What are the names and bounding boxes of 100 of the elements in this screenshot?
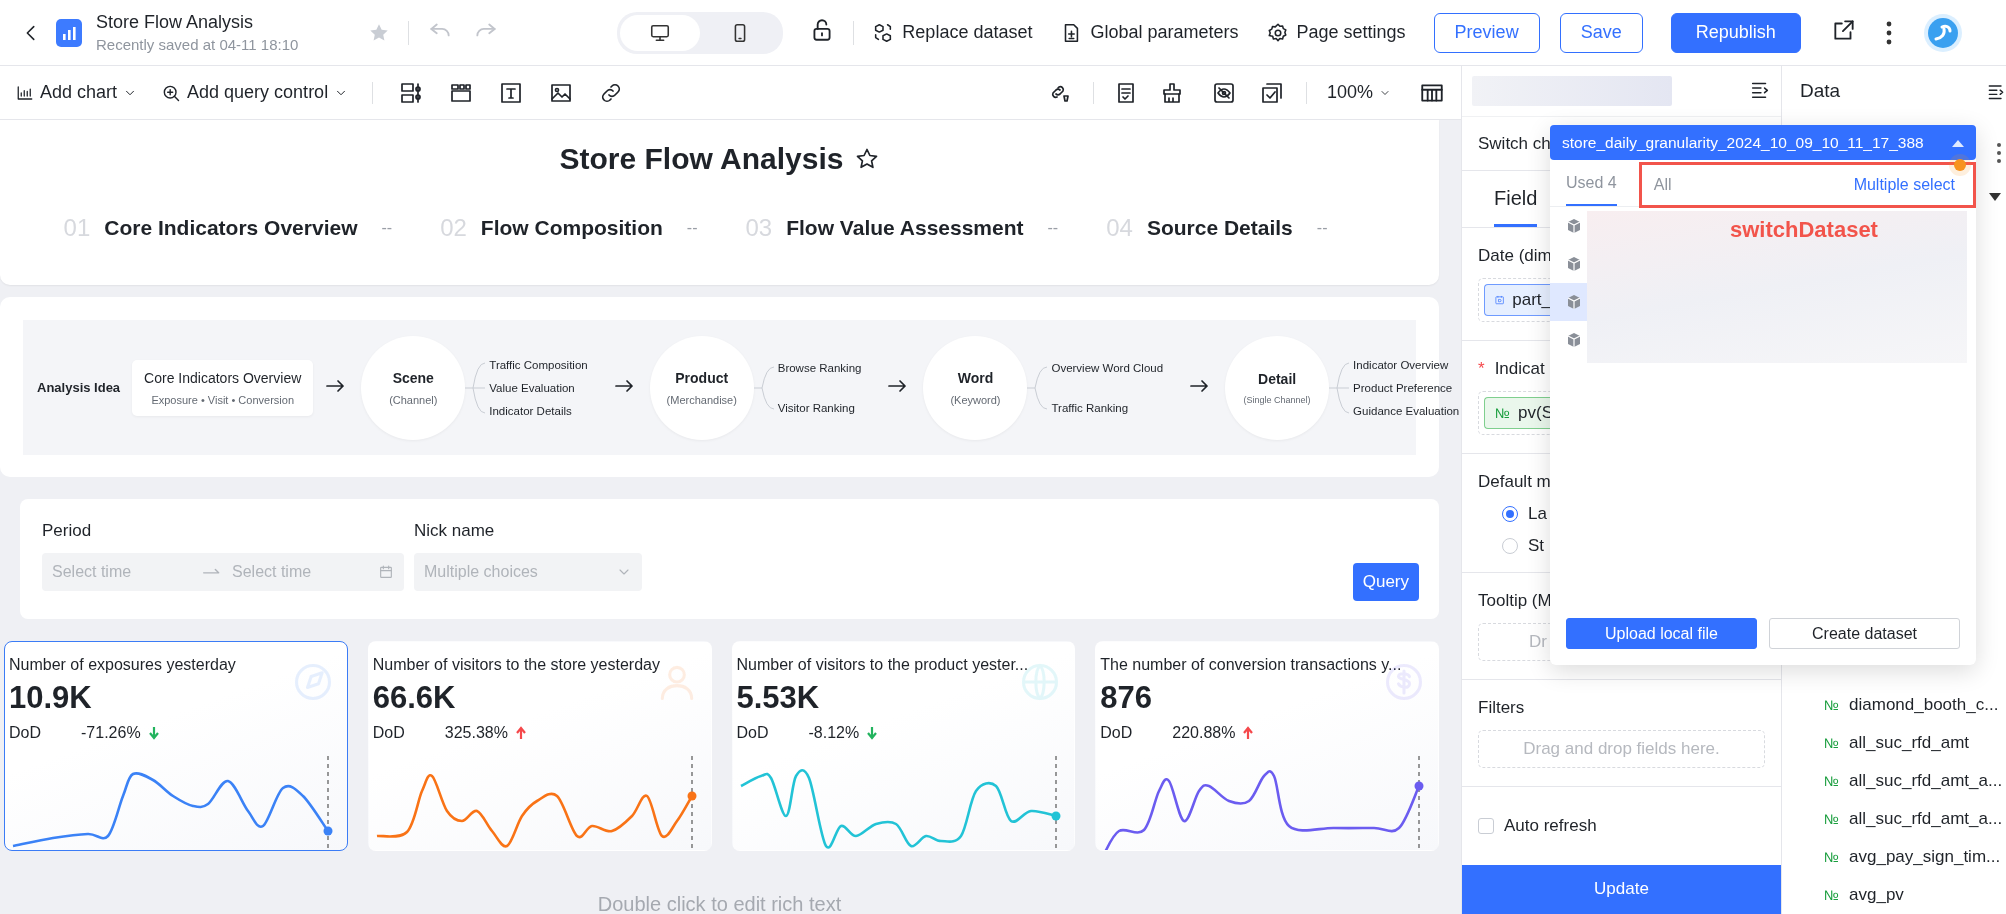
field-tab[interactable]: Field (1494, 171, 1538, 228)
text-box-icon[interactable] (499, 80, 524, 105)
kpi-value: 876 (1100, 680, 1152, 716)
compare-label: DoD (736, 724, 769, 742)
compare-label: DoD (372, 724, 405, 742)
stage-subtitle: (Single Channel) (1243, 394, 1311, 405)
start-subtitle: Exposure • Visit • Conversion (151, 393, 294, 406)
kpi-value: 5.53K (736, 680, 820, 716)
create-button[interactable]: Create dataset (1769, 618, 1960, 649)
layout-sliders-icon[interactable] (399, 80, 424, 105)
checkbox-label: Auto refresh (1504, 815, 1597, 836)
kpi-title: Number of visitors to the store yesterday (372, 656, 660, 673)
branch-label: Value Evaluation (489, 381, 576, 394)
branch-label: Product Preference (1353, 381, 1454, 394)
avatar-logo-icon[interactable] (1922, 12, 1963, 53)
stage-subtitle: (Merchandise) (666, 393, 737, 406)
report-title: Store Flow Analysis (96, 12, 255, 33)
dataset-row[interactable] (1550, 283, 1587, 321)
field-label: Period (42, 521, 93, 541)
kpi-title: The number of conversion transactions y... (1100, 656, 1402, 673)
kpi-card[interactable]: The number of conversion transactions y... 876 DoD 220.88% (1095, 641, 1439, 851)
dashboard-title: Store Flow Analysis (559, 142, 844, 176)
step-tab[interactable]: Source Details (1146, 216, 1293, 240)
step-dash: -- (1047, 219, 1059, 237)
rich-text-hint: Double click to edit rich text (596, 893, 843, 914)
cube-icon (1566, 294, 1582, 310)
stage-title: Scene (392, 369, 434, 386)
toolbar-action[interactable]: Replace dataset (872, 21, 1033, 44)
dataset-select[interactable]: store_daily_granularity_2024_10_09_10_11_17_388 (1550, 125, 1976, 160)
required-mark: * (1478, 359, 1485, 380)
step-tab[interactable]: Flow Composition (480, 216, 663, 240)
multiple-select-link[interactable]: Multiple select (1853, 176, 1955, 194)
add-chart-button[interactable]: Add chart (16, 82, 138, 103)
calendar-icon (378, 564, 394, 580)
radio-label: St (1528, 536, 1545, 557)
change-percent: -8.12% (808, 724, 860, 742)
flow-label: Analysis Idea (37, 380, 121, 395)
branch-label: Traffic Ranking (1051, 401, 1130, 414)
more-icon[interactable] (1884, 19, 1893, 46)
zoom-select[interactable]: 100% (1326, 82, 1391, 103)
switch-chart-label: Switch ch (1478, 133, 1551, 154)
update-button[interactable]: Update (1462, 864, 1781, 914)
step-tab[interactable]: Core Indicators Overview (104, 216, 358, 240)
compare-label: DoD (1100, 724, 1133, 742)
branch-label: Guidance Evaluation (1353, 404, 1460, 417)
publish-button[interactable]: Republish (1670, 12, 1801, 53)
section-label: Indicat (1494, 359, 1545, 380)
kpi-value: 66.6K (372, 680, 456, 716)
field-label: Nick name (414, 521, 496, 541)
view-toggle[interactable] (620, 14, 701, 51)
upload-button[interactable]: Upload local file (1566, 618, 1757, 649)
stage-subtitle: (Channel) (389, 393, 438, 406)
branch-label: Indicator Details (489, 404, 573, 417)
header-button[interactable]: Preview (1433, 12, 1540, 53)
header-button[interactable]: Save (1559, 12, 1643, 53)
data-field-item[interactable]: № all_suc_rfd_amt_a... (1824, 800, 2006, 838)
settings-icon[interactable] (1266, 21, 1289, 44)
data-field-item[interactable]: № all_suc_rfd_amt_a... (1824, 762, 2006, 800)
kpi-title: Number of exposures yesterday (9, 656, 236, 673)
cube-icon (1566, 218, 1582, 234)
kpi-card[interactable]: Number of visitors to the store yesterday 66.6K DoD 325.38% (367, 641, 712, 851)
query-button[interactable]: Query (1352, 563, 1419, 601)
data-field-item[interactable]: № avg_pv (1824, 876, 2006, 914)
kpi-card[interactable]: Number of exposures yesterday 10.9K DoD -71.26% (4, 641, 348, 851)
section-label: Default m (1478, 472, 1551, 493)
step-dash: -- (381, 219, 393, 237)
change-percent: 220.88% (1172, 724, 1236, 742)
star-outline-icon[interactable] (855, 147, 880, 171)
checkbox[interactable] (1478, 817, 1494, 834)
more-icon[interactable] (1996, 142, 2002, 164)
panel-title: Data (1800, 80, 1841, 102)
kpi-card[interactable]: Number of visitors to the product yester... 5.53K DoD -8.12% (731, 641, 1076, 851)
data-field-item[interactable]: № avg_pay_sign_tim... (1824, 838, 2006, 876)
hidden-eye-icon[interactable] (1211, 80, 1236, 105)
caret-up-icon (1952, 138, 1964, 147)
branch-label: Traffic Composition (489, 358, 588, 371)
save-status: Recently saved at 04-11 18:10 (96, 36, 299, 53)
add-query-control-button[interactable]: Add query control (161, 82, 349, 103)
dataset-dropdown[interactable]: store_daily_granularity_2024_10_09_10_11_17_388 Used 4 All Multiple select switchDataset Upload local file Create dataset (1550, 125, 1976, 665)
stage-title: Product (675, 369, 729, 386)
data-field-item[interactable]: № all_suc_rfd_amt (1824, 724, 2006, 762)
data-field-item[interactable]: № diamond_booth_c... (1824, 686, 2006, 724)
checkbox-stack-icon[interactable] (1259, 80, 1284, 105)
caret-icon[interactable] (1988, 192, 2002, 202)
field-chip[interactable]: part_ (1484, 284, 1551, 317)
stage-subtitle: (Keyword) (950, 393, 1001, 406)
radio-label: La (1528, 504, 1547, 525)
stage-title: Detail (1258, 370, 1297, 387)
branch-label: Browse Ranking (777, 361, 862, 374)
branch-label: Overview Word Cloud (1051, 361, 1164, 374)
change-percent: -71.26% (81, 724, 141, 742)
step-dash: -- (686, 219, 698, 237)
bar-chart-icon[interactable] (16, 83, 34, 102)
step-tab[interactable]: Flow Value Assessment (786, 216, 1024, 240)
toolbar-action[interactable]: Page settings (1266, 21, 1406, 44)
stage-title: Word (957, 369, 994, 386)
section-label: Tooltip (M (1478, 591, 1552, 612)
step-dash: -- (1316, 219, 1328, 237)
change-percent: 325.38% (444, 724, 508, 742)
toolbar-action[interactable]: Global parameters (1060, 21, 1239, 44)
